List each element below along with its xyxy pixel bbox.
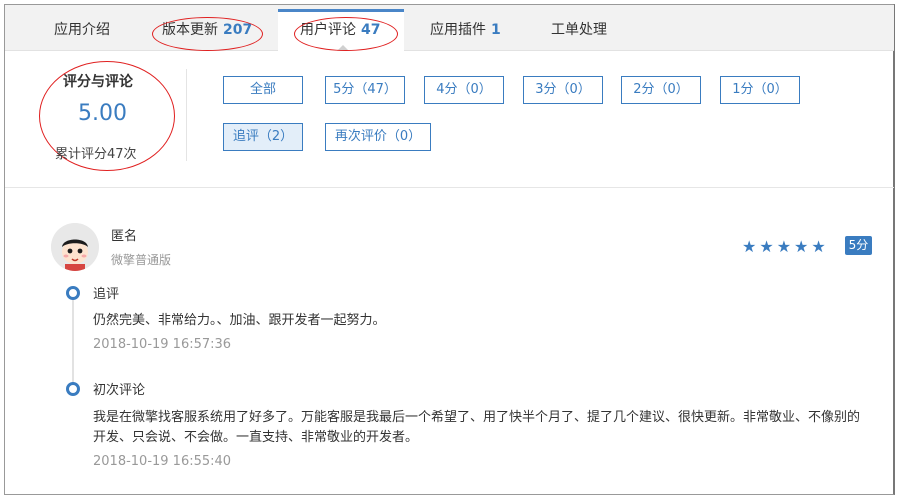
app-frame: 应用介绍 版本更新 207 用户评论 47 应用插件 1 工单处理 评分与评论 5.0… bbox=[4, 4, 895, 495]
tab-version-updates[interactable]: 版本更新 207 bbox=[162, 19, 252, 39]
active-tab-caret bbox=[337, 45, 349, 51]
filter-4-star-button[interactable]: 4分（0） bbox=[424, 76, 504, 104]
filter-5-star-button[interactable]: 5分（47） bbox=[325, 76, 405, 104]
filter-2-star-button[interactable]: 2分（0） bbox=[621, 76, 701, 104]
tab-count: 207 bbox=[223, 22, 253, 38]
filter-all-button[interactable]: 全部 bbox=[223, 76, 303, 104]
follow-up-time: 2018-10-19 16:57:36 bbox=[93, 337, 232, 352]
tab-label: 工单处理 bbox=[551, 22, 607, 38]
score-badge: 5分 bbox=[845, 236, 872, 255]
cartoon-face-avatar-icon bbox=[51, 223, 99, 271]
summary-divider bbox=[186, 69, 187, 161]
tab-label: 版本更新 bbox=[162, 22, 218, 38]
tab-user-reviews[interactable]: 用户评论 47 bbox=[300, 19, 380, 39]
rating-stars: ★★★★★ bbox=[742, 237, 829, 256]
avatar bbox=[51, 223, 99, 271]
tab-label: 用户评论 bbox=[300, 22, 356, 38]
rating-count: 累计评分47次 bbox=[55, 147, 137, 162]
first-review-text-line1: 我是在微擎找客服系统用了好多了。万能客服是我最后一个希望了、用了快半个月了、提了… bbox=[93, 410, 861, 425]
tab-app-intro[interactable]: 应用介绍 bbox=[54, 19, 110, 39]
timeline-dot-icon bbox=[66, 286, 80, 300]
first-review-time: 2018-10-19 16:55:40 bbox=[93, 454, 232, 469]
tab-label: 应用介绍 bbox=[54, 22, 110, 38]
first-review-label: 初次评论 bbox=[93, 383, 146, 398]
tab-count: 47 bbox=[361, 22, 381, 38]
rating-summary-title: 评分与评论 bbox=[63, 74, 133, 90]
timeline-dot-icon bbox=[66, 382, 80, 396]
first-review-text-line2: 开发、只会说、不会做。一直支持、非常敬业的开发者。 bbox=[93, 430, 419, 445]
filter-re-review-button[interactable]: 再次评价（0） bbox=[325, 123, 431, 151]
section-divider bbox=[5, 187, 894, 188]
tab-app-plugins[interactable]: 应用插件 1 bbox=[430, 19, 501, 39]
reviewer-edition: 微擎普通版 bbox=[111, 253, 172, 267]
rating-score: 5.00 bbox=[78, 101, 127, 126]
follow-up-text: 仍然完美、非常给力。、加油、跟开发者一起努力。 bbox=[93, 313, 386, 328]
filter-follow-up-button[interactable]: 追评（2） bbox=[223, 123, 303, 151]
tab-count: 1 bbox=[491, 22, 501, 38]
filter-3-star-button[interactable]: 3分（0） bbox=[523, 76, 603, 104]
tab-tickets[interactable]: 工单处理 bbox=[551, 19, 607, 39]
timeline-line bbox=[72, 295, 74, 385]
tab-bar: 应用介绍 版本更新 207 用户评论 47 应用插件 1 工单处理 bbox=[5, 5, 894, 52]
tab-label: 应用插件 bbox=[430, 22, 486, 38]
follow-up-label: 追评 bbox=[93, 287, 120, 302]
filter-1-star-button[interactable]: 1分（0） bbox=[720, 76, 800, 104]
reviewer-name: 匿名 bbox=[111, 229, 138, 244]
